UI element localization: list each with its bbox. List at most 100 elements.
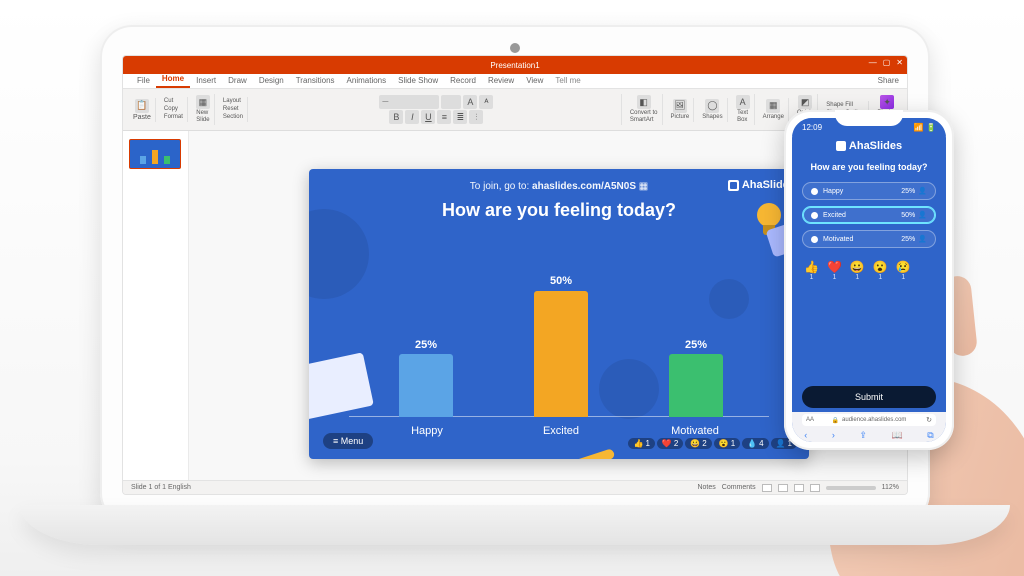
tab-slideshow[interactable]: Slide Show (392, 74, 444, 88)
emoji-heart[interactable]: ❤️1 (827, 260, 842, 281)
phone-screen: 12:09 📶 🔋 AhaSlides How are you feeling … (792, 118, 946, 442)
underline-button[interactable]: U (421, 110, 435, 124)
lock-icon: 🔒 (832, 417, 839, 424)
share-button[interactable]: Share (878, 76, 899, 85)
reaction-like[interactable]: 👍1 (628, 438, 654, 449)
option-motivated[interactable]: Motivated 25%👤 (802, 230, 936, 248)
nav-forward[interactable]: › (832, 430, 835, 440)
font-selector[interactable]: — (379, 95, 439, 109)
radio-icon (811, 188, 818, 195)
shapes-icon: ◯ (705, 99, 719, 113)
smartart-icon: ◧ (637, 95, 651, 109)
copy-button[interactable]: Copy (164, 106, 178, 113)
tab-file[interactable]: File (131, 74, 156, 88)
shapes-label: Shapes (702, 114, 722, 121)
tab-tellme[interactable]: Tell me (549, 74, 586, 88)
paste-label: Paste (133, 114, 151, 121)
user-icon: 👤 (918, 187, 927, 195)
option-happy[interactable]: Happy 25%👤 (802, 182, 936, 200)
emoji-smile[interactable]: 😀1 (850, 260, 865, 281)
tab-record[interactable]: Record (444, 74, 482, 88)
join-instruction: To join, go to: ahaslides.com/A5N0S ▦ (309, 181, 809, 192)
emoji-wow[interactable]: 😮1 (873, 260, 888, 281)
font-size-selector[interactable] (441, 95, 461, 109)
phone-time: 12:09 (802, 123, 822, 132)
reaction-tear[interactable]: 💧4 (742, 438, 768, 449)
decrease-font-button[interactable]: ᴬ (479, 95, 493, 109)
reaction-heart[interactable]: ❤️2 (657, 438, 683, 449)
tab-insert[interactable]: Insert (190, 74, 222, 88)
safari-nav-bar: ‹ › ⇪ 📖 ⧉ (792, 428, 946, 442)
tab-review[interactable]: Review (482, 74, 520, 88)
nav-back[interactable]: ‹ (804, 430, 807, 440)
picture-button[interactable]: 🖼Picture (667, 98, 695, 122)
poll-question: How are you feeling today? (309, 200, 809, 221)
increase-font-button[interactable]: A (463, 95, 477, 109)
pencil-decor-icon (569, 448, 616, 459)
format-painter-button[interactable]: Format (164, 114, 183, 121)
reaction-smile[interactable]: 😀2 (685, 438, 711, 449)
option-pct: 25% (901, 236, 915, 243)
tab-design[interactable]: Design (253, 74, 290, 88)
bar-label-motivated: Motivated (655, 425, 735, 437)
emoji-sad[interactable]: 😢1 (896, 260, 911, 281)
window-maximize-button[interactable]: ▢ (883, 58, 891, 67)
layout-button[interactable]: Layout (223, 98, 241, 105)
new-slide-button[interactable]: ▦ New Slide (192, 94, 215, 125)
bar-value-excited: 50% (534, 275, 588, 287)
slide-group: Layout Reset Section (219, 97, 248, 122)
reaction-bar: 👍1 ❤️2 😀2 😮1 💧4 👤1 (628, 438, 797, 449)
radio-icon (811, 212, 818, 219)
reaction-wow[interactable]: 😮1 (714, 438, 740, 449)
phone-signal-icons: 📶 🔋 (914, 123, 936, 132)
ribbon-tab-strip: File Home Insert Draw Design Transitions… (123, 74, 907, 89)
textbox-icon: A (736, 95, 750, 109)
tab-home[interactable]: Home (156, 72, 190, 88)
tab-draw[interactable]: Draw (222, 74, 253, 88)
cut-button[interactable]: Cut (164, 98, 173, 105)
shape-fill-button[interactable]: Shape Fill (826, 102, 853, 109)
bar-value-motivated: 25% (669, 339, 723, 351)
poll-bar-chart: 25% 50% 25% (349, 259, 769, 417)
safari-url-bar[interactable]: AA 🔒 audience.ahaslides.com ↻ (802, 414, 936, 426)
refresh-icon[interactable]: ↻ (926, 416, 932, 424)
align-button[interactable]: ⫶ (469, 110, 483, 124)
arrange-button[interactable]: ▦Arrange (759, 98, 789, 122)
bar-value-happy: 25% (399, 339, 453, 351)
tab-view[interactable]: View (520, 74, 549, 88)
window-close-button[interactable]: ✕ (896, 58, 903, 67)
window-minimize-button[interactable]: — (869, 58, 877, 67)
user-icon: 👤 (918, 235, 927, 243)
emoji-like[interactable]: 👍1 (804, 260, 819, 281)
slide-menu-button[interactable]: ≡ Menu (323, 433, 373, 449)
shapes-button[interactable]: ◯Shapes (698, 98, 727, 122)
convert-smartart-button[interactable]: ◧ Convert to SmartArt (626, 94, 663, 125)
phone-question: How are you feeling today? (792, 162, 946, 172)
nav-bookmarks[interactable]: 📖 (891, 430, 902, 441)
bold-button[interactable]: B (389, 110, 403, 124)
reset-button[interactable]: Reset (223, 106, 239, 113)
textbox-label: Text Box (737, 110, 748, 124)
arrange-label: Arrange (763, 114, 784, 121)
nav-share[interactable]: ⇪ (859, 430, 867, 441)
nav-tabs[interactable]: ⧉ (927, 430, 933, 441)
tab-transitions[interactable]: Transitions (290, 74, 341, 88)
bar-label-excited: Excited (521, 425, 601, 437)
section-button[interactable]: Section (223, 114, 243, 121)
tab-animations[interactable]: Animations (341, 74, 393, 88)
option-excited[interactable]: Excited 50%👤 (802, 206, 936, 224)
clipboard-group: Cut Copy Format (160, 97, 188, 122)
paste-button[interactable]: 📋 Paste (129, 98, 156, 122)
bar-motivated (669, 354, 723, 417)
ahaslides-poll-slide: AhaSlides To join, go to: ahaslides.com/… (309, 169, 809, 459)
phone-mockup: 12:09 📶 🔋 AhaSlides How are you feeling … (784, 110, 954, 450)
textbox-button[interactable]: AText Box (732, 94, 755, 125)
italic-button[interactable]: I (405, 110, 419, 124)
new-slide-label: New Slide (196, 110, 209, 124)
text-size-button[interactable]: AA (806, 417, 814, 423)
submit-button[interactable]: Submit (802, 386, 936, 408)
bullets-button[interactable]: ≡ (437, 110, 451, 124)
phone-options-list: Happy 25%👤 Excited 50%👤 Motivated 25%👤 (802, 182, 936, 248)
numbering-button[interactable]: ≣ (453, 110, 467, 124)
slide-thumbnail-1[interactable] (129, 139, 181, 169)
